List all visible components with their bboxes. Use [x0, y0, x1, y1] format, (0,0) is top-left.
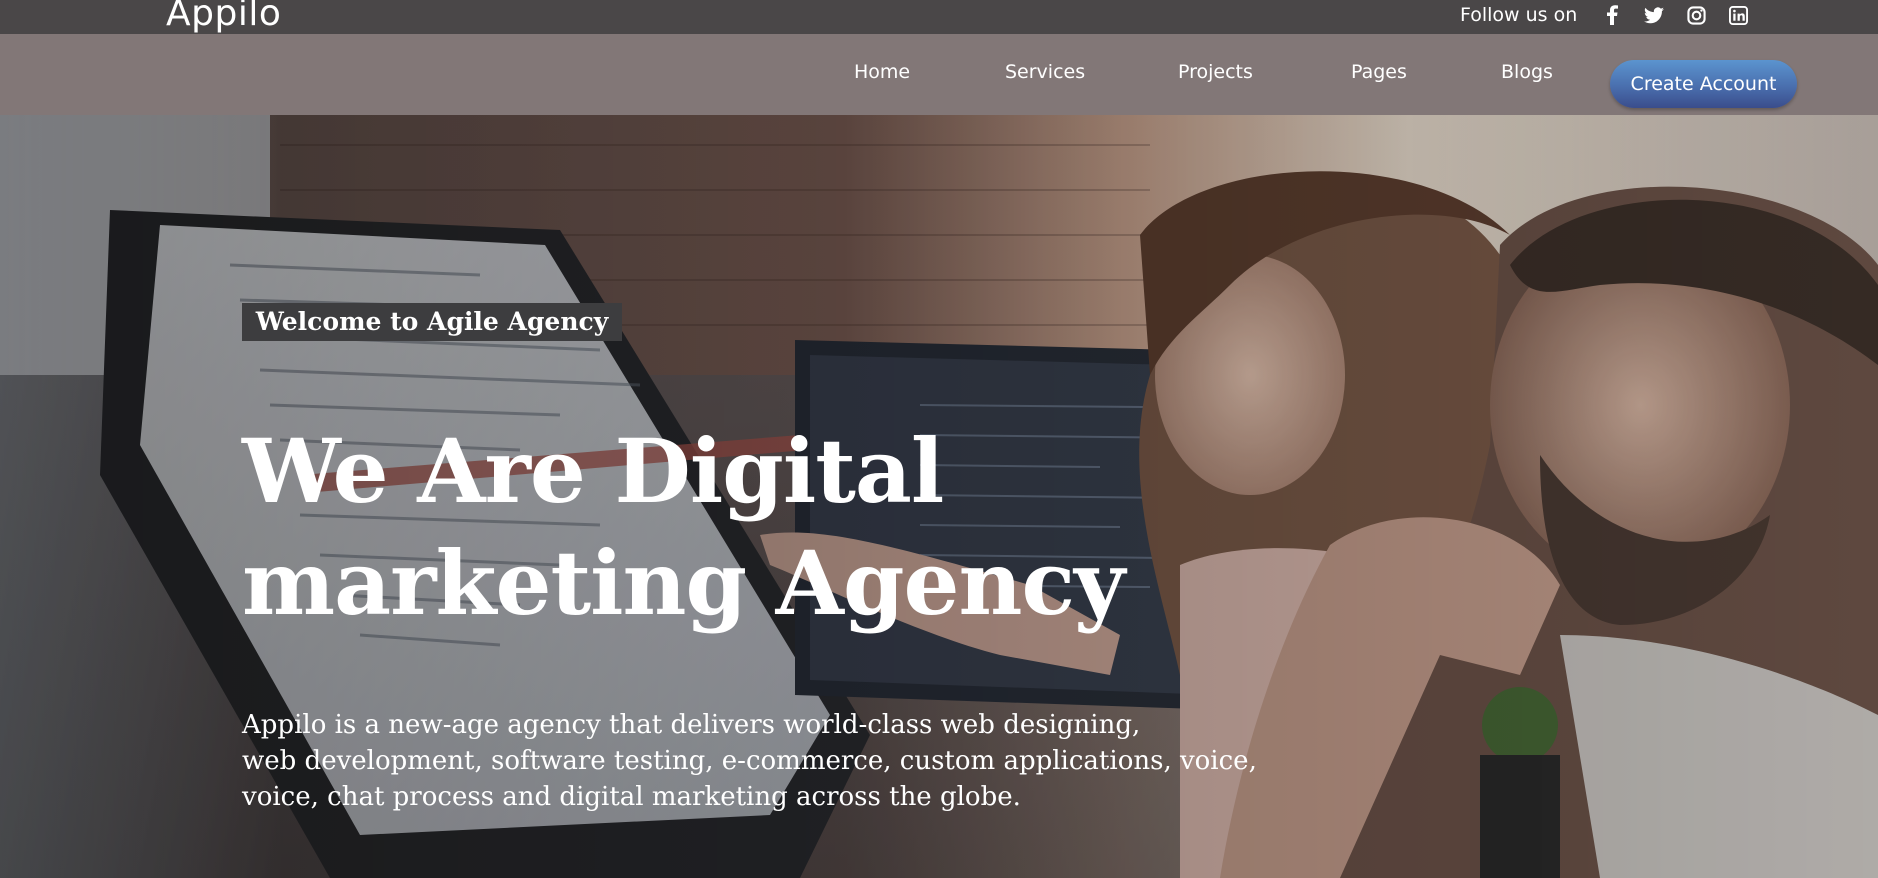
- hero-description-line-1: Appilo is a new-age agency that delivers…: [242, 710, 1141, 740]
- follow-us-label: Follow us on: [1460, 4, 1578, 26]
- facebook-icon[interactable]: [1601, 4, 1623, 26]
- brand-logo[interactable]: Appilo: [166, 0, 281, 34]
- nav-item-blogs[interactable]: Blogs: [1501, 60, 1553, 84]
- hero-description-line-2: web development, software testing, e-com…: [242, 746, 1257, 776]
- nav-item-projects[interactable]: Projects: [1178, 60, 1253, 84]
- hero-description: Appilo is a new-age agency that delivers…: [242, 707, 1257, 815]
- hero-section: Welcome to Agile Agency We Are Digital m…: [0, 115, 1878, 878]
- welcome-badge: Welcome to Agile Agency: [242, 303, 622, 341]
- hero-headline-line-2: marketing Agency: [242, 531, 1125, 635]
- hero-headline-line-1: We Are Digital: [242, 419, 944, 523]
- linkedin-icon[interactable]: [1727, 4, 1749, 26]
- hero-description-line-3: voice, chat process and digital marketin…: [242, 782, 1021, 812]
- main-nav: Home Services Projects Pages Blogs Creat…: [0, 34, 1878, 115]
- create-account-button[interactable]: Create Account: [1610, 60, 1797, 108]
- instagram-icon[interactable]: [1685, 4, 1707, 26]
- twitter-icon[interactable]: [1643, 4, 1665, 26]
- top-bar: Appilo Follow us on: [0, 0, 1878, 34]
- nav-item-services[interactable]: Services: [1005, 60, 1085, 84]
- nav-item-pages[interactable]: Pages: [1351, 60, 1407, 84]
- hero-headline: We Are Digital marketing Agency: [242, 415, 1142, 639]
- nav-item-home[interactable]: Home: [854, 60, 910, 84]
